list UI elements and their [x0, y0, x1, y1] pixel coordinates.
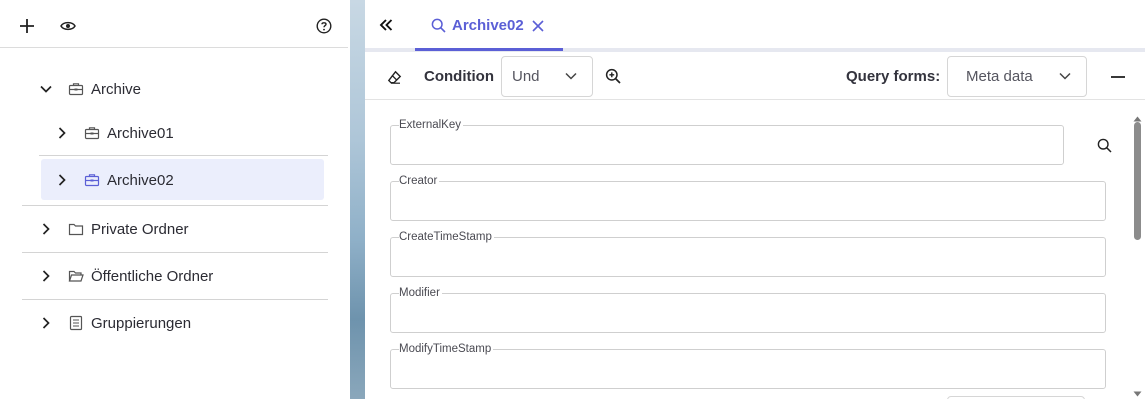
- tree-item-label: Archive01: [107, 124, 174, 142]
- createtimestamp-field-label: CreateTimeStamp: [399, 231, 494, 243]
- toolbar-divider: [0, 47, 348, 48]
- tree-divider: [22, 252, 328, 253]
- condition-label: Condition: [424, 68, 494, 85]
- tree-item-label: Private Ordner: [91, 220, 189, 238]
- tree-item-label: Archive02: [107, 171, 174, 189]
- query-forms-select-value: Meta data: [966, 68, 1033, 85]
- tree-item-archive01[interactable]: Archive01: [52, 115, 174, 151]
- question-circle-icon[interactable]: [312, 14, 336, 38]
- tree-item-label: Öffentliche Ordner: [91, 267, 214, 285]
- tree-divider: [22, 205, 328, 206]
- modifytimestamp-field-label: ModifyTimeStamp: [399, 343, 494, 355]
- chevron-right-icon[interactable]: [36, 313, 56, 333]
- double-chevron-left-icon[interactable]: [377, 16, 395, 34]
- chevron-right-icon[interactable]: [52, 123, 72, 143]
- chevron-right-icon[interactable]: [36, 266, 56, 286]
- chevron-down-icon: [564, 69, 578, 87]
- modifier-field[interactable]: [390, 293, 1106, 333]
- creator-field-label: Creator: [399, 175, 440, 187]
- tab-archive02[interactable]: Archive02: [415, 0, 563, 51]
- externalkey-field[interactable]: [390, 125, 1064, 165]
- archive-box-icon: [84, 125, 100, 141]
- eraser-icon[interactable]: [385, 68, 403, 86]
- chevron-right-icon[interactable]: [52, 170, 72, 190]
- query-forms-select[interactable]: Meta data: [947, 56, 1087, 97]
- tab-bar: Archive02: [365, 0, 1145, 50]
- search-icon: [431, 18, 446, 33]
- tree-item-archive[interactable]: Archive: [36, 71, 141, 107]
- tree-item-oeffentliche-ordner[interactable]: Öffentliche Ordner: [36, 258, 213, 294]
- tree-item-label: Gruppierungen: [91, 314, 192, 332]
- modifier-field-label: Modifier: [399, 287, 442, 299]
- zoom-in-icon[interactable]: [604, 67, 622, 85]
- document-list-icon: [68, 315, 84, 331]
- archive-box-icon: [84, 172, 100, 188]
- archive-box-icon: [68, 81, 84, 97]
- externalkey-field-label: ExternalKey: [399, 119, 464, 131]
- tree-item-gruppierungen[interactable]: Gruppierungen: [36, 305, 191, 341]
- plus-icon[interactable]: [15, 14, 39, 38]
- tree-item-private-ordner[interactable]: Private Ordner: [36, 211, 189, 247]
- tree-divider: [39, 155, 328, 156]
- tree-item-label: Archive: [91, 80, 142, 98]
- minus-icon[interactable]: [1109, 68, 1127, 86]
- tab-label: Archive02: [452, 17, 524, 34]
- scroll-thumb[interactable]: [1134, 122, 1141, 240]
- close-icon[interactable]: [532, 19, 544, 32]
- eye-icon[interactable]: [56, 14, 80, 38]
- condition-select[interactable]: Und: [501, 56, 593, 97]
- chevron-right-icon[interactable]: [36, 219, 56, 239]
- active-tab-indicator: [415, 48, 563, 51]
- modifytimestamp-field[interactable]: [390, 349, 1106, 389]
- creator-field[interactable]: [390, 181, 1106, 221]
- folder-icon: [68, 221, 84, 237]
- condition-select-value: Und: [512, 68, 540, 85]
- tree-divider: [22, 299, 328, 300]
- navigation-panel: Archive Archive01 Archive02 Private Ordn…: [0, 0, 350, 399]
- scrollbar[interactable]: [1129, 100, 1145, 399]
- search-icon[interactable]: [1095, 136, 1113, 154]
- createtimestamp-field[interactable]: [390, 237, 1106, 277]
- folder-open-icon: [68, 268, 84, 284]
- scroll-down-arrow-icon[interactable]: [1133, 384, 1142, 399]
- chevron-down-icon: [1058, 69, 1072, 87]
- tree-item-archive02[interactable]: Archive02: [52, 162, 174, 198]
- query-toolbar: Condition Und Query forms: Meta data: [365, 52, 1145, 100]
- query-forms-label: Query forms:: [846, 68, 941, 85]
- search-panel: Archive02 Condition Und Query forms: Met…: [365, 0, 1145, 399]
- chevron-down-icon[interactable]: [36, 79, 56, 99]
- background-strip: [350, 0, 365, 399]
